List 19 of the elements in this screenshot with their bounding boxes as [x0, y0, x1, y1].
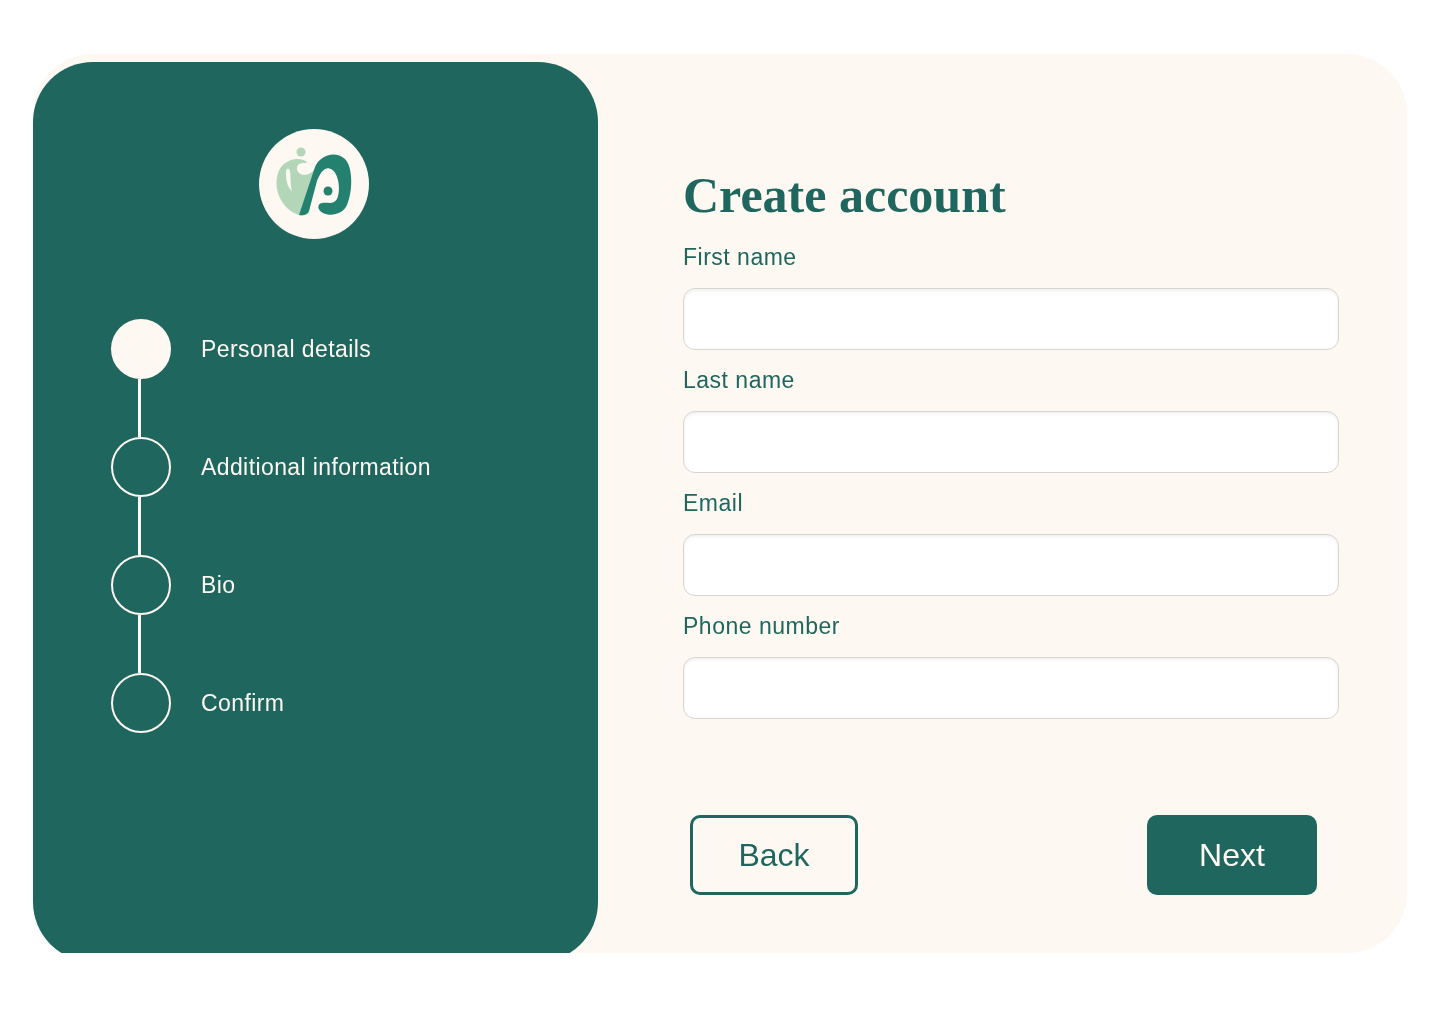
input-field[interactable] — [683, 411, 1339, 473]
connector-line — [138, 615, 141, 673]
field-label: First name — [683, 244, 798, 270]
input-field[interactable] — [683, 288, 1339, 350]
step-label: Confirm — [201, 689, 285, 717]
connector-line — [138, 497, 141, 555]
step-label: Bio — [201, 571, 236, 599]
field-label: Email — [683, 490, 744, 516]
input-field[interactable] — [683, 657, 1339, 719]
field-label: Phone number — [683, 613, 841, 639]
next-button[interactable]: Next — [1147, 815, 1317, 895]
step-label: Personal details — [201, 335, 372, 363]
field-label: Last name — [683, 367, 796, 393]
connector-line — [138, 379, 141, 437]
step-label: Additional information — [201, 453, 431, 481]
back-button[interactable]: Back — [690, 815, 858, 895]
form-title: Create account — [683, 166, 1007, 224]
input-field[interactable] — [683, 534, 1339, 596]
logo-icon — [258, 129, 369, 239]
